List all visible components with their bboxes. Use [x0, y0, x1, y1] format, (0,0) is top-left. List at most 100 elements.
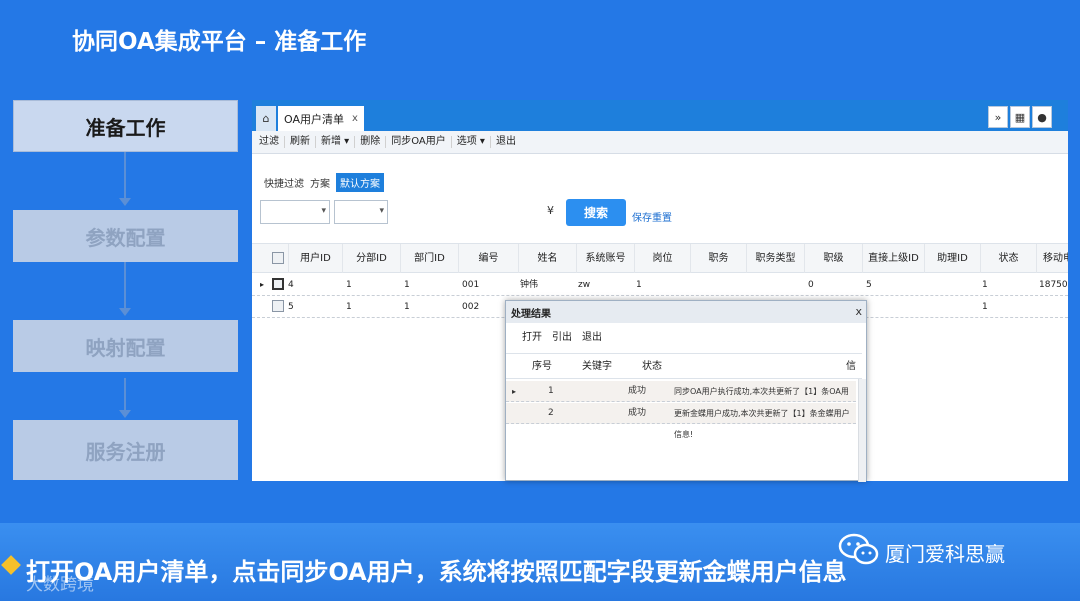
- dcol-seq[interactable]: 序号: [532, 354, 552, 379]
- flow-arrow: [124, 262, 126, 308]
- dcell-status: 成功: [628, 408, 647, 418]
- scheme-label: 方案: [310, 179, 330, 190]
- toolbar-options[interactable]: 选项 ▾: [452, 136, 491, 148]
- toolbar-delete[interactable]: 删除: [355, 136, 387, 148]
- dialog-toolbar: 打开 引出 退出: [506, 323, 866, 347]
- dcell-info: 同步OA用户执行成功,本次共更新了【1】条OA用户信息!: [674, 387, 849, 417]
- list-item[interactable]: 2 成功 更新金蝶用户成功,本次共更新了【1】条金蝶用户信息!: [506, 403, 856, 439]
- cell-superior-id: 5: [866, 280, 872, 290]
- cell-code: 002: [462, 302, 480, 312]
- dialog-open-button[interactable]: 打开: [522, 328, 542, 343]
- save-link[interactable]: 保存: [632, 209, 652, 224]
- toolbar-add[interactable]: 新增 ▾: [316, 136, 356, 148]
- slide-title: 协同OA集成平台 – 准备工作: [72, 29, 367, 55]
- result-dialog: 处理结果 x 打开 引出 退出 序号 关键字 状态 信息 ▸ 1 成功 同步OA…: [505, 300, 867, 482]
- select-all-checkbox[interactable]: [272, 252, 284, 264]
- dialog-close-icon[interactable]: x: [855, 305, 862, 318]
- col-user-id[interactable]: 用户ID: [288, 244, 342, 273]
- search-button[interactable]: 搜索: [566, 199, 626, 226]
- dcol-status[interactable]: 状态: [642, 354, 662, 379]
- grid-menu-icon[interactable]: ▦: [1010, 106, 1030, 128]
- dialog-scrollbar[interactable]: [858, 379, 866, 482]
- filter-field-select[interactable]: ▾: [260, 200, 330, 224]
- cell-dept-id: 1: [404, 280, 410, 290]
- cell-level: 0: [808, 280, 814, 290]
- help-icon[interactable]: ●: [1032, 106, 1052, 128]
- step-params[interactable]: 参数配置: [13, 210, 238, 262]
- table-row[interactable]: ▸ 4 1 1 001 钟伟 zw 1 0 5 1 18750(: [252, 274, 1068, 296]
- col-dept-id[interactable]: 部门ID: [400, 244, 458, 273]
- caption-text: 打开OA用户清单，点击同步OA用户，系统将按照匹配字段更新金蝶用户信息: [26, 558, 847, 586]
- cell-name: 钟伟: [520, 280, 539, 290]
- step-mapping[interactable]: 映射配置: [13, 320, 238, 372]
- cell-dept-id: 1: [404, 302, 410, 312]
- tab-close-icon[interactable]: x: [352, 113, 358, 124]
- list-item[interactable]: ▸ 1 成功 同步OA用户执行成功,本次共更新了【1】条OA用户信息!: [506, 381, 856, 417]
- toolbar-exit[interactable]: 退出: [491, 136, 521, 148]
- col-name[interactable]: 姓名: [518, 244, 576, 273]
- col-assistant-id[interactable]: 助理ID: [924, 244, 980, 273]
- dcell-seq: 2: [548, 408, 554, 418]
- cell-account: zw: [578, 280, 591, 290]
- cell-branch-id: 1: [346, 302, 352, 312]
- cell-branch-id: 1: [346, 280, 352, 290]
- col-post[interactable]: 岗位: [634, 244, 690, 273]
- dialog-title-bar: 处理结果 x: [506, 301, 866, 323]
- cell-user-id: 5: [288, 302, 294, 312]
- filter-row: 快捷过滤 方案 默认方案: [264, 173, 384, 192]
- row-checkbox[interactable]: [272, 300, 284, 312]
- col-duty-type[interactable]: 职务类型: [746, 244, 804, 273]
- dcol-keyword[interactable]: 关键字: [582, 354, 612, 379]
- tab-bar: ⌂ OA用户清单 x » ▦ ●: [252, 100, 1068, 131]
- arrow-head-icon: [119, 308, 131, 316]
- toolbar-refresh[interactable]: 刷新: [285, 136, 316, 148]
- tab-label: OA用户清单: [284, 112, 344, 126]
- step-service[interactable]: 服务注册: [13, 420, 238, 480]
- col-branch-id[interactable]: 分部ID: [342, 244, 400, 273]
- dialog-title: 处理结果: [511, 308, 551, 320]
- toolbar-filter[interactable]: 过滤: [254, 136, 285, 148]
- watermark-right: 厦门爱科思赢: [885, 542, 1005, 566]
- dcol-info[interactable]: 信息: [846, 354, 862, 397]
- cell-code: 001: [462, 280, 480, 290]
- row-pointer-icon: ▸: [260, 280, 265, 289]
- row-checkbox[interactable]: [272, 278, 284, 290]
- step-prepare[interactable]: 准备工作: [13, 100, 238, 152]
- default-scheme-chip[interactable]: 默认方案: [336, 173, 384, 192]
- dropdown-arrow-icon: ▾: [321, 206, 326, 216]
- col-mobile[interactable]: 移动电话: [1036, 244, 1068, 273]
- arrow-head-icon: [119, 198, 131, 206]
- cell-post: 1: [636, 280, 642, 290]
- dialog-exit-button[interactable]: 退出: [582, 328, 602, 343]
- arrow-head-icon: [119, 410, 131, 418]
- cell-status: 1: [982, 302, 988, 312]
- flow-arrow: [124, 152, 126, 198]
- col-duty[interactable]: 职务: [690, 244, 746, 273]
- wechat-icon: [838, 533, 879, 565]
- dialog-export-button[interactable]: 引出: [552, 328, 572, 343]
- home-icon[interactable]: ⌂: [256, 106, 276, 131]
- dcell-info: 更新金蝶用户成功,本次共更新了【1】条金蝶用户信息!: [674, 409, 850, 439]
- toolbar-sync-oa[interactable]: 同步OA用户: [386, 136, 452, 148]
- col-status[interactable]: 状态: [980, 244, 1036, 273]
- col-code[interactable]: 编号: [458, 244, 518, 273]
- col-level[interactable]: 职级: [804, 244, 862, 273]
- expand-down-icon[interactable]: ¥: [547, 204, 554, 217]
- col-account[interactable]: 系统账号: [576, 244, 634, 273]
- dialog-grid-header: 序号 关键字 状态 信息: [506, 353, 862, 397]
- reset-link[interactable]: 重置: [652, 209, 672, 224]
- toolbar: 过滤 刷新 新增 ▾ 删除 同步OA用户 选项 ▾ 退出: [252, 131, 1068, 154]
- filter-operator-select[interactable]: ▾: [334, 200, 388, 224]
- flow-arrow: [124, 378, 126, 410]
- cell-user-id: 4: [288, 280, 294, 290]
- row-pointer-icon: ▸: [512, 387, 517, 396]
- dcell-seq: 1: [548, 386, 554, 396]
- cell-mobile: 18750(: [1039, 280, 1068, 290]
- col-superior-id[interactable]: 直接上级ID: [862, 244, 924, 273]
- quick-filter-label: 快捷过滤: [264, 179, 304, 190]
- cell-status: 1: [982, 280, 988, 290]
- collapse-icon[interactable]: »: [988, 106, 1008, 128]
- grid-header: 用户ID 分部ID 部门ID 编号 姓名 系统账号 岗位 职务 职务类型 职级 …: [252, 243, 1068, 273]
- dropdown-arrow-icon: ▾: [379, 206, 384, 216]
- tab-oa-user-list[interactable]: OA用户清单 x: [278, 106, 364, 131]
